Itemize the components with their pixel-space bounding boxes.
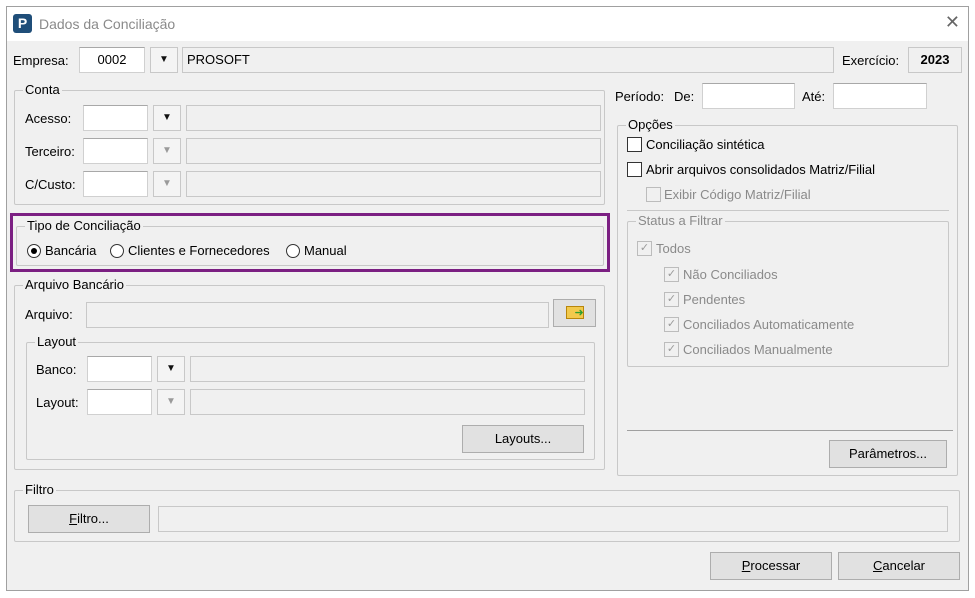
- filtro-button-accel: F: [69, 511, 78, 526]
- processar-button[interactable]: Processar: [710, 552, 832, 580]
- chevron-down-icon: ▼: [162, 112, 172, 123]
- custo-description: [186, 171, 601, 197]
- empresa-name-field: PROSOFT: [182, 47, 834, 73]
- tipo-group-title: Tipo de Conciliação: [25, 218, 143, 233]
- custo-label: C/Custo:: [25, 177, 76, 192]
- parametros-button[interactable]: Parâmetros...: [829, 440, 947, 468]
- open-folder-icon: ➜: [565, 306, 584, 319]
- conciliacao-sintetica-checkbox[interactable]: [627, 137, 642, 152]
- pendentes-checkbox[interactable]: ✓: [664, 292, 679, 307]
- todos-label: Todos: [656, 241, 691, 256]
- exibir-codigo-checkbox[interactable]: [646, 187, 661, 202]
- nao-conciliados-label: Não Conciliados: [683, 267, 778, 282]
- radio-manual-label[interactable]: Manual: [304, 243, 347, 258]
- acesso-input[interactable]: [83, 105, 148, 131]
- opcoes-group-title: Opções: [626, 117, 675, 132]
- conciliados-manual-checkbox[interactable]: ✓: [664, 342, 679, 357]
- terceiro-input[interactable]: [83, 138, 148, 164]
- exercicio-value: 2023: [908, 47, 962, 73]
- processar-label: rocessar: [750, 558, 801, 573]
- terceiro-label: Terceiro:: [25, 144, 75, 159]
- close-icon[interactable]: ✕: [945, 12, 960, 33]
- app-logo-icon: P: [13, 14, 32, 33]
- acesso-label: Acesso:: [25, 111, 72, 126]
- conta-group-title: Conta: [23, 82, 62, 97]
- banco-input[interactable]: [87, 356, 152, 382]
- empresa-dropdown-button[interactable]: ▼: [150, 47, 178, 73]
- radio-clientes-label[interactable]: Clientes e Fornecedores: [128, 243, 270, 258]
- conciliados-manual-label: Conciliados Manualmente: [683, 342, 833, 357]
- arquivo-group-title: Arquivo Bancário: [23, 277, 126, 292]
- empresa-label: Empresa:: [13, 53, 69, 68]
- window-title: Dados da Conciliação: [39, 16, 176, 32]
- exercicio-label: Exercício:: [842, 53, 900, 68]
- acesso-description: [186, 105, 601, 131]
- banco-dropdown-button[interactable]: ▼: [157, 356, 185, 382]
- chevron-down-icon: ▼: [162, 145, 172, 156]
- title-bar: P Dados da Conciliação ✕: [7, 7, 968, 41]
- cancelar-accel: C: [872, 558, 883, 573]
- layout-dropdown-button[interactable]: ▼: [157, 389, 185, 415]
- periodo-ate-label: Até:: [802, 89, 826, 104]
- filtro-group-title: Filtro: [23, 482, 56, 497]
- conciliacao-sintetica-label[interactable]: Conciliação sintética: [646, 137, 765, 152]
- arquivo-label: Arquivo:: [25, 307, 73, 322]
- chevron-down-icon: ▼: [159, 54, 169, 65]
- layouts-button[interactable]: Layouts...: [462, 425, 584, 453]
- arquivo-input[interactable]: [86, 302, 549, 328]
- separator: [627, 430, 953, 431]
- chevron-down-icon: ▼: [162, 178, 172, 189]
- separator: [627, 210, 949, 211]
- banco-description: [190, 356, 585, 382]
- custo-input[interactable]: [83, 171, 148, 197]
- radio-bancaria[interactable]: [27, 244, 41, 258]
- periodo-label: Período:: [615, 89, 665, 104]
- nao-conciliados-checkbox[interactable]: ✓: [664, 267, 679, 282]
- acesso-dropdown-button[interactable]: ▼: [153, 105, 181, 131]
- layout-label: Layout:: [36, 395, 79, 410]
- layout-group-title: Layout: [35, 334, 79, 349]
- chevron-down-icon: ▼: [166, 363, 176, 374]
- consolidados-label[interactable]: Abrir arquivos consolidados Matriz/Filia…: [646, 162, 875, 177]
- empresa-code-input[interactable]: 0002: [79, 47, 145, 73]
- status-group-title: Status a Filtrar: [636, 213, 725, 228]
- open-file-button[interactable]: ➜: [553, 299, 596, 327]
- chevron-down-icon: ▼: [166, 396, 176, 407]
- exibir-codigo-label: Exibir Código Matriz/Filial: [664, 187, 811, 202]
- custo-dropdown-button[interactable]: ▼: [153, 171, 181, 197]
- consolidados-checkbox[interactable]: [627, 162, 642, 177]
- cancelar-button[interactable]: Cancelar: [838, 552, 960, 580]
- filtro-field: [158, 506, 948, 532]
- radio-manual[interactable]: [286, 244, 300, 258]
- cancelar-label: ancelar: [882, 558, 926, 573]
- layout-input[interactable]: [87, 389, 152, 415]
- conciliados-auto-checkbox[interactable]: ✓: [664, 317, 679, 332]
- filtro-button[interactable]: Filtro...: [28, 505, 150, 533]
- periodo-de-input[interactable]: [702, 83, 795, 109]
- todos-checkbox[interactable]: ✓: [637, 241, 652, 256]
- radio-bancaria-label[interactable]: Bancária: [45, 243, 96, 258]
- conciliados-auto-label: Conciliados Automaticamente: [683, 317, 855, 332]
- layout-description: [190, 389, 585, 415]
- periodo-ate-input[interactable]: [833, 83, 927, 109]
- periodo-de-label: De:: [674, 89, 695, 104]
- pendentes-label: Pendentes: [683, 292, 746, 307]
- filtro-button-label: iltro...: [77, 511, 109, 526]
- terceiro-description: [186, 138, 601, 164]
- radio-clientes-fornecedores[interactable]: [110, 244, 124, 258]
- terceiro-dropdown-button[interactable]: ▼: [153, 138, 181, 164]
- banco-label: Banco:: [36, 362, 77, 377]
